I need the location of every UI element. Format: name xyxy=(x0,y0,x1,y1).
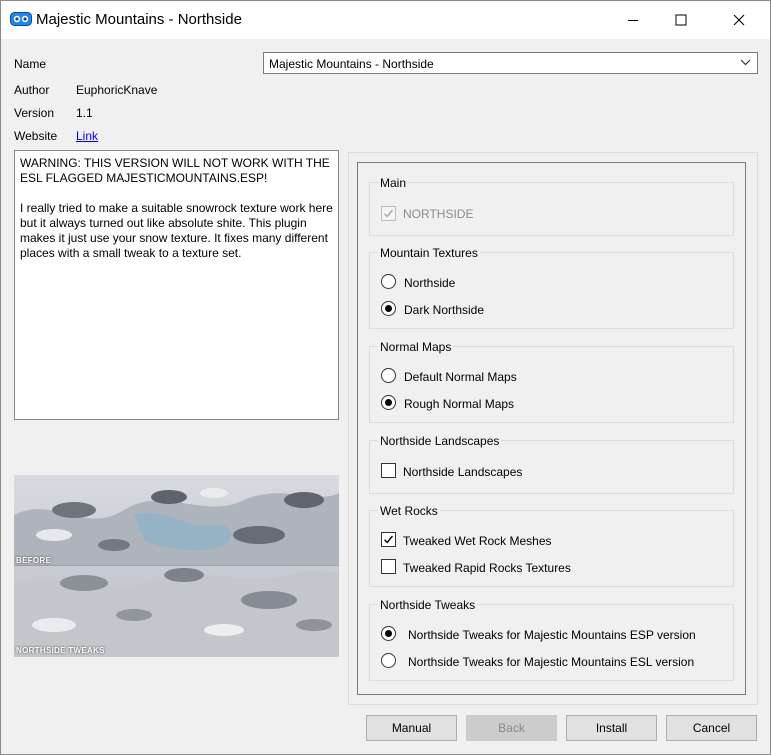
radio-tweaks-esp-label: Northside Tweaks for Majestic Mountains … xyxy=(408,628,696,642)
minimize-button[interactable] xyxy=(610,1,656,39)
chevron-down-icon xyxy=(740,59,751,66)
northside-option-label: NORTHSIDE xyxy=(403,207,474,221)
radio-dark-northside[interactable] xyxy=(381,301,396,316)
cancel-button[interactable]: Cancel xyxy=(666,715,757,741)
name-label: Name xyxy=(14,57,47,71)
radio-dark-northside-label: Dark Northside xyxy=(404,303,485,317)
group-mountain-textures-title: Mountain Textures xyxy=(378,246,480,260)
back-button[interactable]: Back xyxy=(466,715,557,741)
group-northside-tweaks xyxy=(369,604,734,681)
radio-default-normal-maps-label: Default Normal Maps xyxy=(404,370,517,384)
radio-northside[interactable] xyxy=(381,274,396,289)
window-title: Majestic Mountains - Northside xyxy=(36,11,242,28)
minimize-icon xyxy=(628,20,638,21)
checkmark-icon xyxy=(384,209,394,218)
preview-caption-after: NORTHSIDE TWEAKS xyxy=(16,646,105,655)
northside-landscapes-checkbox[interactable] xyxy=(381,463,396,478)
group-normal-maps-title: Normal Maps xyxy=(378,340,454,354)
radio-rough-normal-maps-label: Rough Normal Maps xyxy=(404,397,515,411)
wet-rock-meshes-checkbox[interactable] xyxy=(381,532,396,547)
description-textbox[interactable]: WARNING: THIS VERSION WILL NOT WORK WITH… xyxy=(14,150,339,420)
radio-default-normal-maps[interactable] xyxy=(381,368,396,383)
group-main-title: Main xyxy=(378,176,409,190)
preview-caption-before: BEFORE xyxy=(16,556,52,565)
radio-tweaks-esl[interactable] xyxy=(381,653,396,668)
manual-button[interactable]: Manual xyxy=(366,715,457,741)
version-value: 1.1 xyxy=(76,106,93,120)
group-mountain-textures xyxy=(369,252,734,329)
preview-image[interactable]: BEFORE NORTHSIDE TWEAKS xyxy=(14,475,339,657)
author-label: Author xyxy=(14,83,50,97)
group-wet-rocks-title: Wet Rocks xyxy=(378,504,440,518)
group-normal-maps xyxy=(369,346,734,423)
close-icon xyxy=(733,14,745,26)
installer-window: Majestic Mountains - Northside Name Maje… xyxy=(0,0,771,755)
author-value: EuphoricKnave xyxy=(76,83,158,97)
rapid-rocks-textures-checkbox[interactable] xyxy=(381,559,396,574)
radio-northside-label: Northside xyxy=(404,276,456,290)
northside-landscapes-label: Northside Landscapes xyxy=(403,465,523,479)
name-dropdown-value: Majestic Mountains - Northside xyxy=(269,57,434,71)
mod-manager-icon xyxy=(10,11,32,27)
radio-tweaks-esl-label: Northside Tweaks for Majestic Mountains … xyxy=(408,655,695,669)
title-bar[interactable]: Majestic Mountains - Northside xyxy=(1,1,770,39)
wet-rock-meshes-label: Tweaked Wet Rock Meshes xyxy=(403,534,552,548)
snow-landscape-image xyxy=(14,475,339,657)
install-button[interactable]: Install xyxy=(566,715,657,741)
website-label: Website xyxy=(14,129,58,143)
version-label: Version xyxy=(14,106,55,120)
checkmark-icon xyxy=(384,535,394,544)
group-northside-tweaks-title: Northside Tweaks xyxy=(378,598,478,612)
northside-checkbox[interactable] xyxy=(381,206,396,221)
group-northside-landscapes-title: Northside Landscapes xyxy=(378,434,502,448)
rapid-rocks-textures-label: Tweaked Rapid Rocks Textures xyxy=(403,561,571,575)
close-button[interactable] xyxy=(716,1,762,39)
name-dropdown[interactable]: Majestic Mountains - Northside xyxy=(263,52,758,74)
maximize-icon xyxy=(675,14,687,26)
website-link[interactable]: Link xyxy=(76,129,98,143)
maximize-button[interactable] xyxy=(658,1,704,39)
radio-rough-normal-maps[interactable] xyxy=(381,395,396,410)
group-wet-rocks xyxy=(369,510,734,587)
radio-tweaks-esp[interactable] xyxy=(381,626,396,641)
